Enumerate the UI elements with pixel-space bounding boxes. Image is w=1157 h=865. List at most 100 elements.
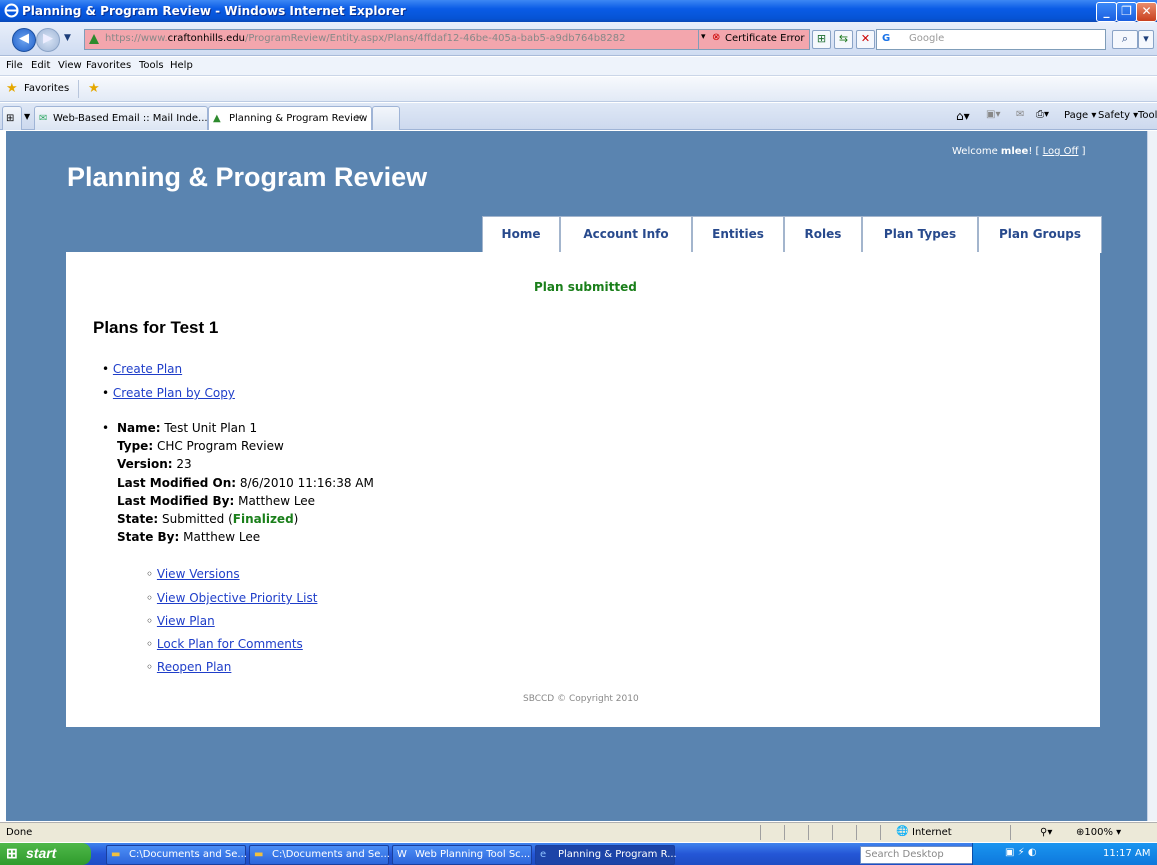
address-input[interactable]: https://www.craftonhills.edu/ProgramRevi… <box>84 29 700 50</box>
list-item: ◦ View Plan <box>146 614 215 628</box>
plan-state-by: State By: Matthew Lee <box>117 530 261 544</box>
new-tab-button[interactable] <box>372 106 400 130</box>
add-favorite-icon[interactable]: ★ <box>88 81 100 96</box>
zone-text: Internet <box>912 827 952 838</box>
menu-favorites[interactable]: Favorites <box>86 60 131 71</box>
favorites-button[interactable]: Favorites <box>24 83 69 94</box>
logoff-link[interactable]: Log Off <box>1043 146 1079 157</box>
print-icon[interactable]: ⎙▾ <box>1036 109 1049 120</box>
status-text: Done <box>6 827 33 838</box>
plan-type: Type: CHC Program Review <box>117 439 284 453</box>
list-item: ◦ View Versions <box>146 567 240 581</box>
zoom-control[interactable]: ⊕100% ▾ <box>1076 827 1121 838</box>
globe-icon: 🌐 <box>896 826 909 837</box>
stop-icon[interactable]: ✕ <box>856 30 875 49</box>
tab-planning-review[interactable]: ▲ Planning & Program Review ✕ <box>208 106 372 130</box>
quick-tabs-icon[interactable]: ⊞ <box>2 106 22 130</box>
vertical-scrollbar[interactable] <box>1147 131 1157 821</box>
task-ie[interactable]: e Planning & Program R... <box>535 845 677 865</box>
dropdown-icon: ▾ <box>701 32 706 42</box>
list-bullet: • <box>102 421 110 435</box>
tab-row: ⊞ ▼ ✉ Web-Based Email :: Mail Inde... ▲ … <box>0 103 1157 130</box>
ie-icon: e <box>540 849 547 860</box>
menu-view[interactable]: View <box>58 60 82 71</box>
view-objective-priority-list-link[interactable]: View Objective Priority List <box>157 591 318 605</box>
site-title: Planning & Program Review <box>67 162 428 192</box>
certificate-error-button[interactable]: ▾ ⊗ Certificate Error <box>698 29 810 50</box>
nav-entities[interactable]: Entities <box>692 216 784 253</box>
safety-menu[interactable]: Safety ▾ <box>1098 110 1138 121</box>
maximize-button[interactable]: ❐ <box>1116 2 1137 22</box>
error-shield-icon: ⊗ <box>712 32 721 43</box>
start-button[interactable]: ⊞ start <box>0 843 91 865</box>
favorites-star-icon: ★ <box>6 81 18 96</box>
create-plan-by-copy-link[interactable]: Create Plan by Copy <box>113 386 235 400</box>
minimize-button[interactable]: _ <box>1096 2 1117 22</box>
menu-edit[interactable]: Edit <box>31 60 50 71</box>
plan-state: State: Submitted (Finalized) <box>117 512 299 526</box>
search-icon[interactable]: ⌕ <box>1112 30 1138 49</box>
plan-version: Version: 23 <box>117 457 192 471</box>
window-title-bar: Planning & Program Review - Windows Inte… <box>0 0 1157 22</box>
page-menu[interactable]: Page ▾ <box>1064 110 1096 121</box>
feeds-icon[interactable]: ▣▾ <box>986 109 1000 120</box>
back-icon[interactable]: ◀ <box>12 28 36 52</box>
list-item: ◦ Reopen Plan <box>146 660 232 674</box>
search-options-icon[interactable]: ▾ <box>1138 30 1154 49</box>
folder-icon: ▬ <box>111 849 121 860</box>
page-icon: ✉ <box>39 113 48 124</box>
list-item: ◦ View Objective Priority List <box>146 591 318 605</box>
menu-help[interactable]: Help <box>170 60 193 71</box>
plan-name: Name: Test Unit Plan 1 <box>117 421 258 435</box>
task-word[interactable]: W Web Planning Tool Sc... <box>392 845 532 865</box>
reopen-plan-link[interactable]: Reopen Plan <box>157 660 231 674</box>
protected-mode-icon[interactable]: ⚲▾ <box>1040 827 1052 838</box>
page-icon: ▲ <box>213 113 221 124</box>
view-plan-link[interactable]: View Plan <box>157 614 215 628</box>
google-icon: G <box>882 33 891 44</box>
windows-logo-icon: ⊞ <box>6 845 18 861</box>
create-plan-link[interactable]: Create Plan <box>113 362 182 376</box>
task-explorer-1[interactable]: ▬ C:\Documents and Se... <box>106 845 247 865</box>
status-message: Plan submitted <box>534 280 637 294</box>
tab-web-email[interactable]: ✉ Web-Based Email :: Mail Inde... <box>34 106 208 130</box>
copyright-footer: SBCCD © Copyright 2010 <box>523 694 639 704</box>
nav-plan-types[interactable]: Plan Types <box>862 216 978 253</box>
list-item: • Create Plan by Copy <box>102 386 235 400</box>
view-versions-link[interactable]: View Versions <box>157 567 240 581</box>
compatibility-view-icon[interactable]: ⊞ <box>812 30 831 49</box>
folder-icon: ▬ <box>254 849 264 860</box>
clock: 11:17 AM <box>1103 848 1151 859</box>
ie-logo-icon <box>4 3 19 18</box>
tray-icons[interactable]: ▣ ⚡ ◐ <box>1005 847 1037 858</box>
menu-file[interactable]: File <box>6 60 23 71</box>
desktop-search-input[interactable]: Search Desktop <box>860 846 988 864</box>
favorites-bar: ★ Favorites ★ <box>0 77 1157 102</box>
forward-icon[interactable]: ▶ <box>36 28 60 52</box>
tools-menu[interactable]: Tools <box>1138 110 1157 121</box>
system-tray: ▣ ⚡ ◐ 11:17 AM <box>972 843 1157 865</box>
task-explorer-2[interactable]: ▬ C:\Documents and Se... <box>249 845 390 865</box>
search-input[interactable]: G Google <box>876 29 1106 50</box>
site-icon <box>89 34 99 44</box>
taskbar: ⊞ start ▬ C:\Documents and Se... ▬ C:\Docu… <box>0 843 1157 865</box>
nav-account-info[interactable]: Account Info <box>560 216 692 253</box>
plan-modified-by: Last Modified By: Matthew Lee <box>117 494 316 508</box>
list-item: • Create Plan <box>102 362 183 376</box>
close-button[interactable]: ✕ <box>1136 2 1157 22</box>
mail-icon[interactable]: ✉ <box>1016 109 1024 120</box>
address-bar-row: ◀ ▶ ▼ https://www.craftonhills.edu/Progr… <box>0 22 1157 56</box>
word-icon: W <box>397 849 407 860</box>
lock-plan-link[interactable]: Lock Plan for Comments <box>157 637 303 651</box>
menu-bar: File Edit View Favorites Tools Help <box>0 57 1157 76</box>
home-icon[interactable]: ⌂▾ <box>956 109 970 123</box>
page-heading: Plans for Test 1 <box>93 318 219 337</box>
refresh-icon[interactable]: ⇆ <box>834 30 853 49</box>
tab-list-icon[interactable]: ▼ <box>24 112 30 121</box>
menu-tools[interactable]: Tools <box>139 60 164 71</box>
nav-plan-groups[interactable]: Plan Groups <box>978 216 1102 253</box>
close-tab-icon[interactable]: ✕ <box>355 113 363 124</box>
nav-home[interactable]: Home <box>482 216 560 253</box>
history-dropdown-icon[interactable]: ▼ <box>64 33 71 43</box>
nav-roles[interactable]: Roles <box>784 216 862 253</box>
